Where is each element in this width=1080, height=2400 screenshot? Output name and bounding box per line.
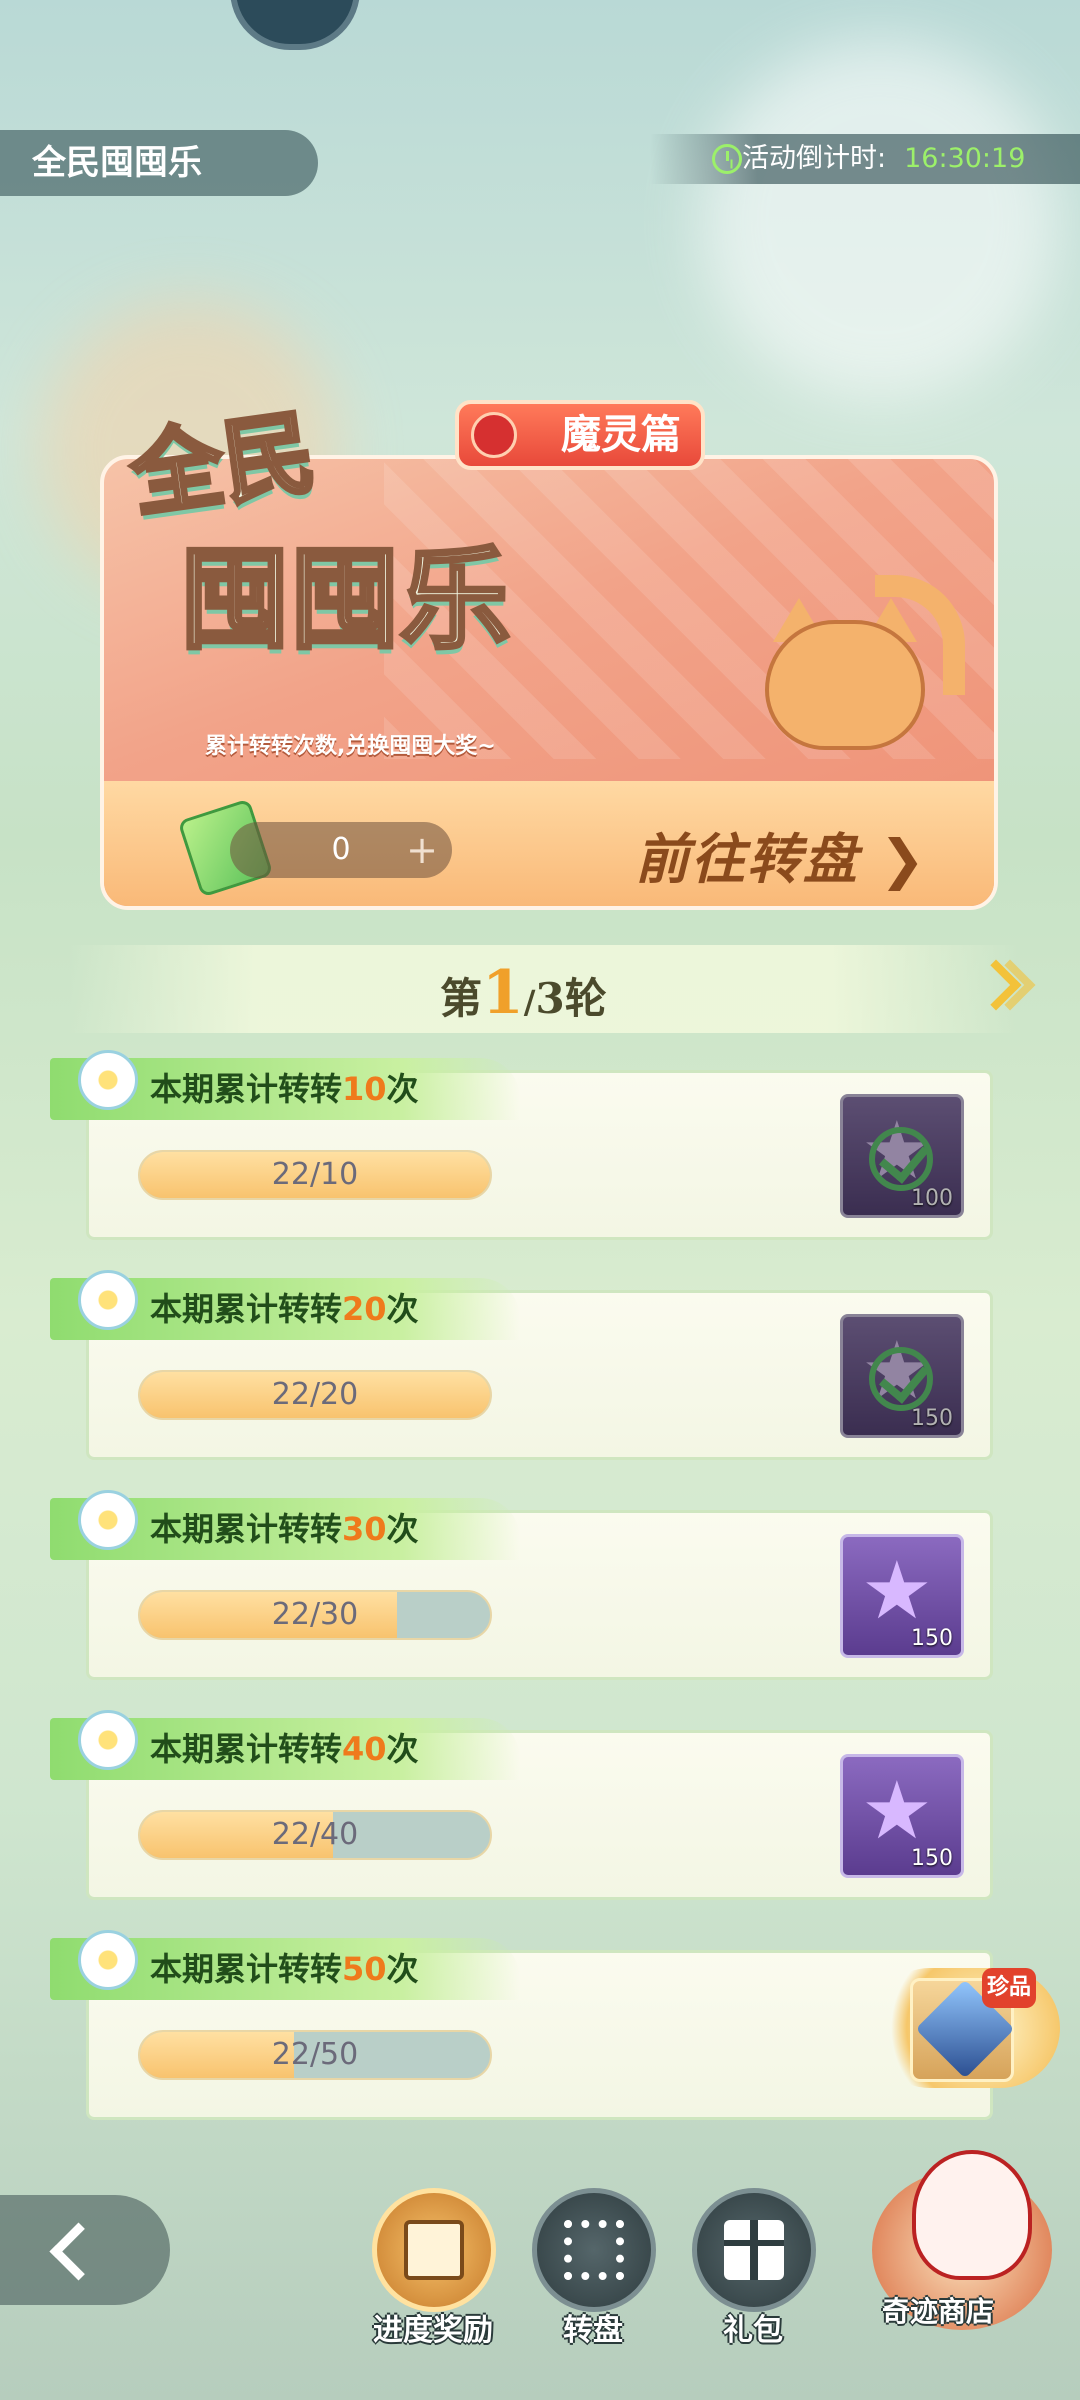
reward-item[interactable]: ★ 100 xyxy=(840,1094,964,1218)
progress-text: 22/10 xyxy=(271,1157,359,1192)
round-current: 1 xyxy=(482,958,524,1028)
goto-wheel-button[interactable]: 前往转盘 ❯ xyxy=(635,815,927,894)
nav-progress-reward[interactable] xyxy=(372,2188,496,2312)
reward-item[interactable]: ★ 150 xyxy=(840,1534,964,1658)
round-suffix: 轮 xyxy=(564,974,607,1023)
chapter-tag-label: 魔灵篇 xyxy=(561,412,681,458)
banner-subtitle: 累计转转次数,兑换囤囤大奖~ xyxy=(205,734,496,759)
treasure-reward[interactable]: 珍品 xyxy=(870,1968,1060,2088)
flower-icon xyxy=(78,1490,138,1550)
dragon-icon xyxy=(471,412,517,458)
task-progress-bar: 22/30 xyxy=(138,1590,492,1640)
round-total: 3 xyxy=(535,974,565,1023)
book-icon xyxy=(404,2220,464,2280)
shop-character xyxy=(912,2150,1032,2280)
task-progress-bar: 22/50 xyxy=(138,2030,492,2080)
cat-head xyxy=(765,620,925,750)
star-icon: ★ xyxy=(861,1544,933,1637)
star-icon: ★ xyxy=(861,1764,933,1857)
nav-wheel-label: 转盘 xyxy=(563,2313,623,2348)
progress-text: 22/30 xyxy=(271,1597,359,1632)
progress-text: 22/50 xyxy=(271,2037,359,2072)
progress-text: 22/40 xyxy=(271,1817,359,1852)
clock-icon xyxy=(712,144,742,174)
round-indicator: 第1/3轮 xyxy=(440,958,607,1028)
top-logo xyxy=(230,0,360,50)
reward-count: 150 xyxy=(911,1846,953,1871)
flower-icon xyxy=(78,1710,138,1770)
nav-progress-reward-label: 进度奖励 xyxy=(373,2313,493,2348)
page-title: 全民囤囤乐 xyxy=(0,130,318,196)
claimed-check-icon xyxy=(869,1127,933,1191)
cat-mascot xyxy=(745,575,965,780)
claimed-check-icon xyxy=(869,1347,933,1411)
rare-badge: 珍品 xyxy=(982,1968,1036,2008)
reward-item[interactable]: ★ 150 xyxy=(840,1314,964,1438)
ticket-count: 0 xyxy=(331,832,351,867)
task-progress-bar: 22/10 xyxy=(138,1150,492,1200)
round-separator: / xyxy=(523,983,536,1021)
activity-countdown: 活动倒计时: 16:30:19 xyxy=(650,134,1080,184)
reward-count: 100 xyxy=(911,1186,953,1211)
task-progress-bar: 22/40 xyxy=(138,1810,492,1860)
nav-shop[interactable]: 奇迹商店 xyxy=(872,2110,1080,2330)
nav-shop-label: 奇迹商店 xyxy=(882,2295,995,2328)
progress-text: 22/20 xyxy=(271,1377,359,1412)
add-ticket-button[interactable]: + xyxy=(406,822,438,878)
wheel-icon xyxy=(564,2220,624,2280)
chapter-tag: 魔灵篇 xyxy=(455,400,705,470)
next-round-icon[interactable] xyxy=(978,955,1028,1025)
nav-gift-label: 礼包 xyxy=(723,2313,783,2348)
gift-icon xyxy=(724,2220,784,2280)
back-button[interactable] xyxy=(0,2195,170,2305)
nav-wheel[interactable] xyxy=(532,2188,656,2312)
background-glow xyxy=(700,40,1060,400)
task-progress-bar: 22/20 xyxy=(138,1370,492,1420)
nav-gift[interactable] xyxy=(692,2188,816,2312)
reward-item[interactable]: ★ 150 xyxy=(840,1754,964,1878)
reward-count: 150 xyxy=(911,1406,953,1431)
round-prefix: 第 xyxy=(440,974,483,1023)
countdown-value: 16:30:19 xyxy=(904,143,1026,174)
ticket-counter[interactable]: 0 + xyxy=(230,822,452,878)
countdown-label: 活动倒计时: xyxy=(742,143,887,174)
flower-icon xyxy=(78,1270,138,1330)
banner-title-line2: 囤囤乐 xyxy=(178,534,512,666)
reward-count: 150 xyxy=(911,1626,953,1651)
flower-icon xyxy=(78,1050,138,1110)
flower-icon xyxy=(78,1930,138,1990)
